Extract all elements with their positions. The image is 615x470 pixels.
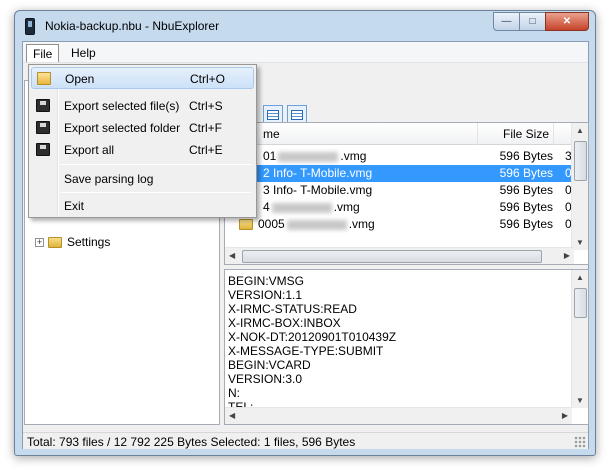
- menu-bar: File Help: [23, 42, 588, 63]
- minimize-button[interactable]: —: [493, 12, 520, 31]
- menu-item-label: Export all: [64, 143, 115, 157]
- menu-item-exit[interactable]: Exit: [31, 195, 254, 217]
- file-name-prefix: 2 Info- T-Mobile: [263, 166, 347, 180]
- menu-help[interactable]: Help: [65, 44, 102, 62]
- column-header-size[interactable]: File Size: [478, 123, 554, 145]
- content-line: BEGIN:VMSG: [228, 274, 305, 288]
- column-header-name[interactable]: me: [225, 123, 478, 145]
- content-line: VERSION:3.0: [228, 372, 303, 386]
- file-name-prefix: 0005: [258, 217, 285, 231]
- window-title: Nokia-backup.nbu - NbuExplorer: [45, 19, 220, 33]
- menu-item-label: Exit: [64, 199, 85, 213]
- table-row[interactable]: 01.vmg 596 Bytes 31.08.2: [225, 148, 588, 165]
- content-vertical-scrollbar[interactable]: ▲ ▼: [571, 270, 588, 408]
- status-text: Total: 793 files / 12 792 225 Bytes Sele…: [27, 435, 356, 449]
- list-horizontal-scrollbar[interactable]: ◀ ▶: [225, 247, 574, 264]
- table-row[interactable]: 4.vmg 596 Bytes 03.09.2: [225, 199, 588, 216]
- folder-open-icon: [37, 72, 51, 85]
- file-name-prefix: 01: [263, 149, 277, 163]
- disk-multi-icon: [36, 143, 50, 156]
- redacted-text: [286, 219, 347, 230]
- menu-item-label: Open: [65, 72, 95, 86]
- tab-strip: [221, 64, 589, 82]
- scroll-left-icon[interactable]: ◀: [229, 411, 235, 420]
- file-icon: [239, 219, 253, 231]
- maximize-button[interactable]: □: [519, 12, 546, 31]
- disk-icon: [36, 99, 50, 112]
- title-bar[interactable]: Nokia-backup.nbu - NbuExplorer — □ ✕: [15, 11, 595, 41]
- content-horizontal-scrollbar[interactable]: ◀ ▶: [225, 407, 572, 424]
- content-line: X-IRMC-STATUS:READ: [228, 302, 357, 316]
- content-line: VERSION:1.1: [228, 288, 303, 302]
- menu-file[interactable]: File: [26, 44, 60, 62]
- menu-item-export-selected-folder[interactable]: Export selected folder Ctrl+F: [31, 117, 254, 139]
- window-controls: — □ ✕: [493, 12, 589, 31]
- file-name-prefix: 3 Info- T-Mobile: [263, 183, 347, 197]
- menu-item-label: Export selected folder: [64, 121, 181, 135]
- content-viewer[interactable]: BEGIN:VMSG VERSION:1.1 X-IRMC-STATUS:REA…: [224, 269, 589, 425]
- file-size: 596 Bytes: [499, 217, 553, 231]
- scroll-up-icon[interactable]: ▲: [576, 126, 584, 135]
- resize-grip-icon[interactable]: [574, 436, 586, 448]
- content-line: X-NOK-DT:20120901T010439Z: [228, 330, 397, 344]
- menu-item-shortcut: Ctrl+E: [189, 143, 223, 157]
- content-line: X-IRMC-BOX:INBOX: [228, 316, 341, 330]
- status-bar: Total: 793 files / 12 792 225 Bytes Sele…: [23, 432, 588, 449]
- redacted-text: [278, 151, 339, 162]
- disk-multi-icon: [36, 121, 50, 134]
- scroll-down-icon[interactable]: ▼: [576, 396, 584, 405]
- scroll-down-icon[interactable]: ▼: [576, 238, 584, 247]
- content-line: X-MESSAGE-TYPE:SUBMIT: [228, 344, 384, 358]
- file-name-suffix: .vmg: [340, 149, 367, 163]
- list-vertical-thumb[interactable]: [574, 141, 587, 181]
- folder-icon: [48, 236, 62, 248]
- content-line: N:: [228, 386, 240, 400]
- list-view-icon: [291, 110, 303, 120]
- file-name-prefix: 4: [263, 200, 270, 214]
- file-name-suffix: .vmg: [346, 183, 373, 197]
- redacted-text: [271, 202, 332, 213]
- table-row[interactable]: 3 Info- T-Mobile.vmg 596 Bytes 02.09.2: [225, 182, 588, 199]
- menu-item-export-all[interactable]: Export all Ctrl+E: [31, 139, 254, 161]
- scroll-right-icon[interactable]: ▶: [562, 411, 568, 420]
- file-size: 596 Bytes: [499, 183, 553, 197]
- content-vertical-thumb[interactable]: [574, 288, 587, 318]
- file-list[interactable]: me File Size 01.vmg 596 Bytes 31.08.2 2 …: [224, 122, 589, 265]
- scroll-left-icon[interactable]: ◀: [229, 251, 235, 260]
- file-size: 596 Bytes: [499, 166, 553, 180]
- file-menu-dropdown: Open Ctrl+O Export selected file(s) Ctrl…: [28, 64, 257, 218]
- file-size: 596 Bytes: [499, 149, 553, 163]
- scroll-up-icon[interactable]: ▲: [576, 273, 584, 282]
- close-button[interactable]: ✕: [545, 12, 589, 31]
- tree-item-label: Settings: [67, 235, 111, 249]
- menu-item-shortcut: Ctrl+O: [190, 72, 226, 86]
- menu-separator: [61, 164, 251, 165]
- phone-icon: [25, 18, 35, 35]
- list-header: me File Size: [225, 123, 574, 145]
- content-line: BEGIN:VCARD: [228, 358, 311, 372]
- menu-item-save-parsing-log[interactable]: Save parsing log: [31, 168, 254, 190]
- menu-item-label: Save parsing log: [64, 172, 154, 186]
- table-row[interactable]: 0005.vmg 596 Bytes 03.09.2: [225, 216, 588, 233]
- details-view-icon: [267, 110, 279, 120]
- menu-separator: [61, 192, 251, 193]
- table-row-selected[interactable]: 2 Info- T-Mobile.vmg 596 Bytes 01.09.2: [225, 165, 588, 182]
- menu-item-open[interactable]: Open Ctrl+O: [31, 67, 254, 89]
- menu-item-export-selected-files[interactable]: Export selected file(s) Ctrl+S: [31, 95, 254, 117]
- menu-item-shortcut: Ctrl+F: [189, 121, 222, 135]
- file-name-suffix: .vmg: [346, 166, 373, 180]
- file-size: 596 Bytes: [499, 200, 553, 214]
- scroll-right-icon[interactable]: ▶: [564, 251, 570, 260]
- file-name-suffix: .vmg: [348, 217, 375, 231]
- menu-item-label: Export selected file(s): [64, 99, 180, 113]
- file-name-suffix: .vmg: [333, 200, 360, 214]
- tree-item-settings[interactable]: + Settings: [35, 234, 110, 250]
- menu-item-shortcut: Ctrl+S: [189, 99, 223, 113]
- list-horizontal-thumb[interactable]: [242, 250, 542, 263]
- list-vertical-scrollbar[interactable]: ▲ ▼: [571, 123, 588, 250]
- expand-icon[interactable]: +: [35, 237, 44, 247]
